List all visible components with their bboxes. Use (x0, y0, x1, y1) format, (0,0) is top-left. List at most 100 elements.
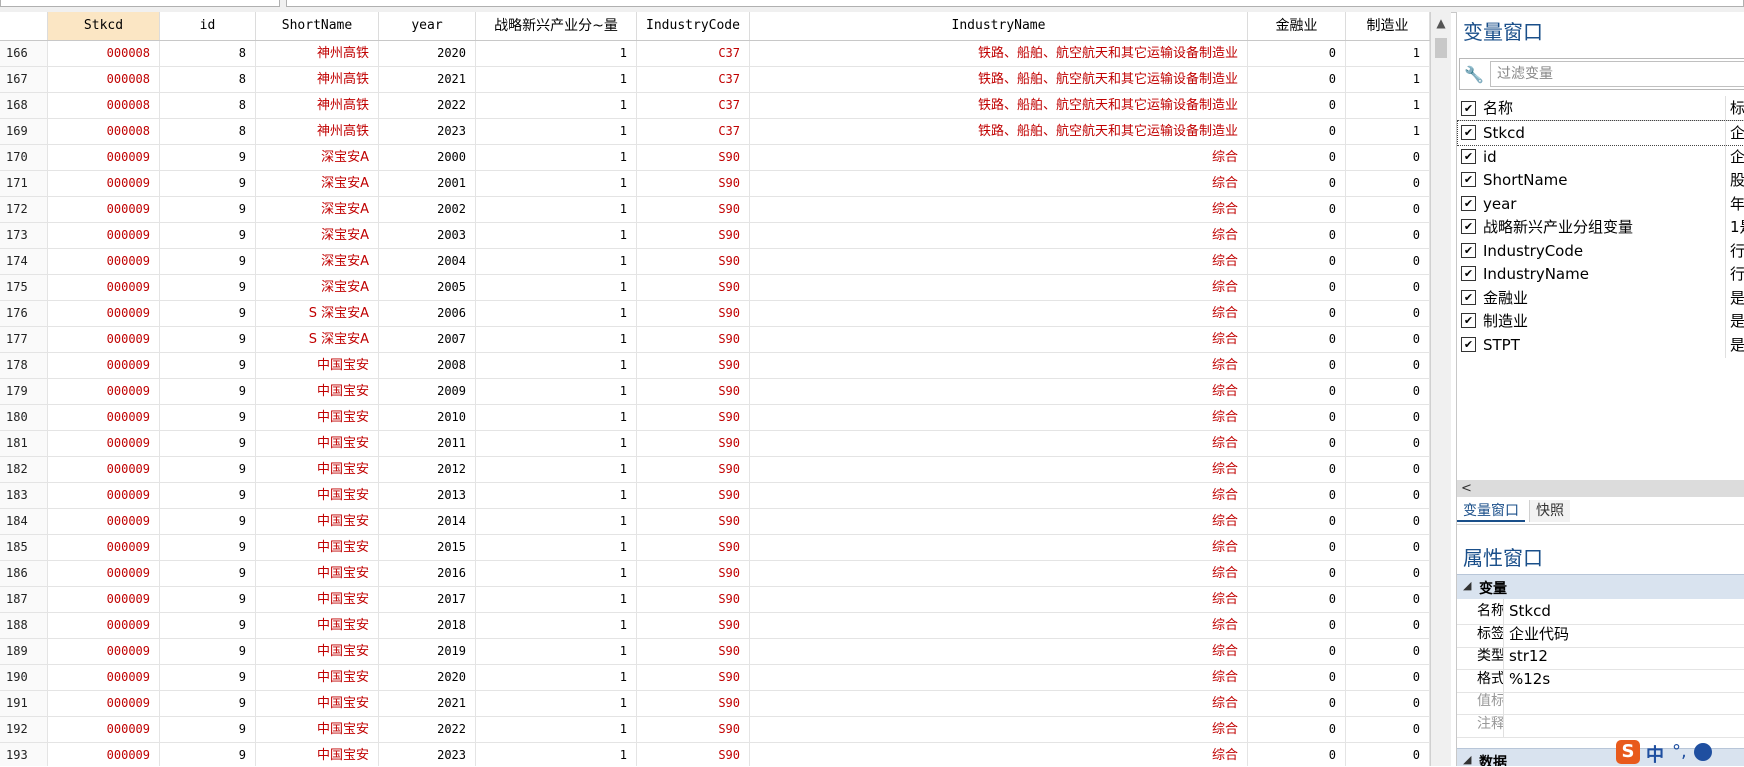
table-cell[interactable]: 9 (160, 743, 256, 766)
table-cell[interactable]: 1 (476, 301, 637, 326)
table-cell[interactable]: 2005 (379, 275, 476, 300)
table-cell[interactable]: 1 (1346, 93, 1430, 118)
table-cell[interactable]: 2011 (379, 431, 476, 456)
table-row[interactable]: 179 000009 9 中国宝安 2009 1 S90 综合 0 0 (0, 379, 1430, 405)
table-cell[interactable]: 神州高铁 (256, 93, 379, 118)
table-cell[interactable]: 综合 (750, 171, 1248, 196)
table-cell[interactable]: 0 (1248, 93, 1346, 118)
row-number[interactable]: 180 (0, 405, 48, 430)
table-cell[interactable]: 0 (1248, 587, 1346, 612)
table-cell[interactable]: C37 (637, 93, 750, 118)
table-cell[interactable]: 中国宝安 (256, 431, 379, 456)
table-cell[interactable]: 9 (160, 691, 256, 716)
table-cell[interactable]: 0 (1248, 665, 1346, 690)
table-cell[interactable]: 2022 (379, 717, 476, 742)
table-cell[interactable]: 9 (160, 613, 256, 638)
table-cell[interactable]: 深宝安A (256, 171, 379, 196)
column-header-strategic-group[interactable]: 战略新兴产业分~量 (476, 12, 637, 40)
table-cell[interactable]: 0 (1248, 405, 1346, 430)
column-header-id[interactable]: id (160, 12, 256, 40)
table-cell[interactable]: 8 (160, 41, 256, 66)
table-cell[interactable]: 深宝安A (256, 275, 379, 300)
sogou-logo-icon[interactable]: S (1616, 740, 1640, 764)
table-cell[interactable]: S90 (637, 353, 750, 378)
table-cell[interactable]: 1 (476, 41, 637, 66)
ime-punct-mode[interactable]: °, (1672, 741, 1687, 762)
table-cell[interactable]: 0 (1248, 743, 1346, 766)
table-cell[interactable]: 1 (476, 457, 637, 482)
table-cell[interactable]: 000009 (48, 405, 160, 430)
table-cell[interactable]: 000009 (48, 509, 160, 534)
table-cell[interactable]: 000009 (48, 353, 160, 378)
table-cell[interactable]: 0 (1248, 41, 1346, 66)
table-cell[interactable]: 0 (1248, 327, 1346, 352)
table-cell[interactable]: 1 (1346, 119, 1430, 144)
table-cell[interactable]: S90 (637, 431, 750, 456)
table-cell[interactable]: 2016 (379, 561, 476, 586)
table-cell[interactable]: 8 (160, 93, 256, 118)
table-cell[interactable]: 1 (476, 223, 637, 248)
table-cell[interactable]: 2009 (379, 379, 476, 404)
row-number[interactable]: 188 (0, 613, 48, 638)
table-cell[interactable]: 0 (1346, 405, 1430, 430)
table-row[interactable]: 178 000009 9 中国宝安 2008 1 S90 综合 0 0 (0, 353, 1430, 379)
table-cell[interactable]: 综合 (750, 145, 1248, 170)
table-cell[interactable]: 铁路、船舶、航空航天和其它运输设备制造业 (750, 67, 1248, 92)
table-cell[interactable]: 1 (476, 613, 637, 638)
variable-item[interactable]: ✔ id 企 (1457, 143, 1744, 170)
table-cell[interactable]: 0 (1346, 535, 1430, 560)
table-cell[interactable]: 000009 (48, 223, 160, 248)
table-cell[interactable]: 中国宝安 (256, 691, 379, 716)
table-cell[interactable]: 000009 (48, 379, 160, 404)
table-cell[interactable]: 0 (1346, 639, 1430, 664)
table-row[interactable]: 184 000009 9 中国宝安 2014 1 S90 综合 0 0 (0, 509, 1430, 535)
table-cell[interactable]: 000008 (48, 41, 160, 66)
variable-checkbox[interactable]: ✔ (1461, 195, 1476, 211)
table-cell[interactable]: 9 (160, 171, 256, 196)
table-cell[interactable]: 1 (476, 405, 637, 430)
table-row[interactable]: 181 000009 9 中国宝安 2011 1 S90 综合 0 0 (0, 431, 1430, 457)
scroll-thumb[interactable] (1435, 38, 1447, 58)
table-cell[interactable]: 9 (160, 249, 256, 274)
table-cell[interactable]: 神州高铁 (256, 67, 379, 92)
table-cell[interactable]: 2014 (379, 509, 476, 534)
row-number[interactable]: 170 (0, 145, 48, 170)
table-cell[interactable]: 中国宝安 (256, 483, 379, 508)
table-cell[interactable]: 1 (476, 639, 637, 664)
table-cell[interactable]: 中国宝安 (256, 405, 379, 430)
table-cell[interactable]: 中国宝安 (256, 613, 379, 638)
table-cell[interactable]: S90 (637, 145, 750, 170)
table-cell[interactable]: 2013 (379, 483, 476, 508)
table-row[interactable]: 193 000009 9 中国宝安 2023 1 S90 综合 0 0 (0, 743, 1430, 766)
table-cell[interactable]: 中国宝安 (256, 509, 379, 534)
variable-item[interactable]: ✔ ShortName 股 (1457, 167, 1744, 193)
table-cell[interactable]: 0 (1346, 613, 1430, 638)
table-cell[interactable]: 1 (476, 431, 637, 456)
row-number[interactable]: 169 (0, 119, 48, 144)
table-cell[interactable]: 0 (1346, 509, 1430, 534)
table-cell[interactable]: 综合 (750, 327, 1248, 352)
table-cell[interactable]: S 深宝安A (256, 301, 379, 326)
table-cell[interactable]: S90 (637, 613, 750, 638)
table-cell[interactable]: 0 (1346, 301, 1430, 326)
table-row[interactable]: 167 000008 8 神州高铁 2021 1 C37 铁路、船舶、航空航天和其它运输设备制… (0, 67, 1430, 93)
table-cell[interactable]: 2006 (379, 301, 476, 326)
table-cell[interactable]: S90 (637, 561, 750, 586)
table-cell[interactable]: 中国宝安 (256, 379, 379, 404)
table-cell[interactable]: S90 (637, 717, 750, 742)
collapse-icon[interactable]: ◢ (1463, 753, 1471, 766)
table-cell[interactable]: 2023 (379, 119, 476, 144)
table-cell[interactable]: 2018 (379, 613, 476, 638)
row-number[interactable]: 172 (0, 197, 48, 222)
table-cell[interactable]: 中国宝安 (256, 457, 379, 482)
row-number[interactable]: 179 (0, 379, 48, 404)
table-cell[interactable]: 9 (160, 717, 256, 742)
table-row[interactable]: 185 000009 9 中国宝安 2015 1 S90 综合 0 0 (0, 535, 1430, 561)
table-cell[interactable]: 9 (160, 535, 256, 560)
table-cell[interactable]: 1 (476, 119, 637, 144)
table-cell[interactable]: 中国宝安 (256, 665, 379, 690)
variable-checkbox[interactable]: ✔ (1461, 266, 1476, 281)
row-number[interactable]: 175 (0, 275, 48, 300)
table-cell[interactable]: 1 (476, 717, 637, 742)
data-grid[interactable]: Stkcd id ShortName year 战略新兴产业分~量 IndustryCod… (0, 12, 1430, 766)
